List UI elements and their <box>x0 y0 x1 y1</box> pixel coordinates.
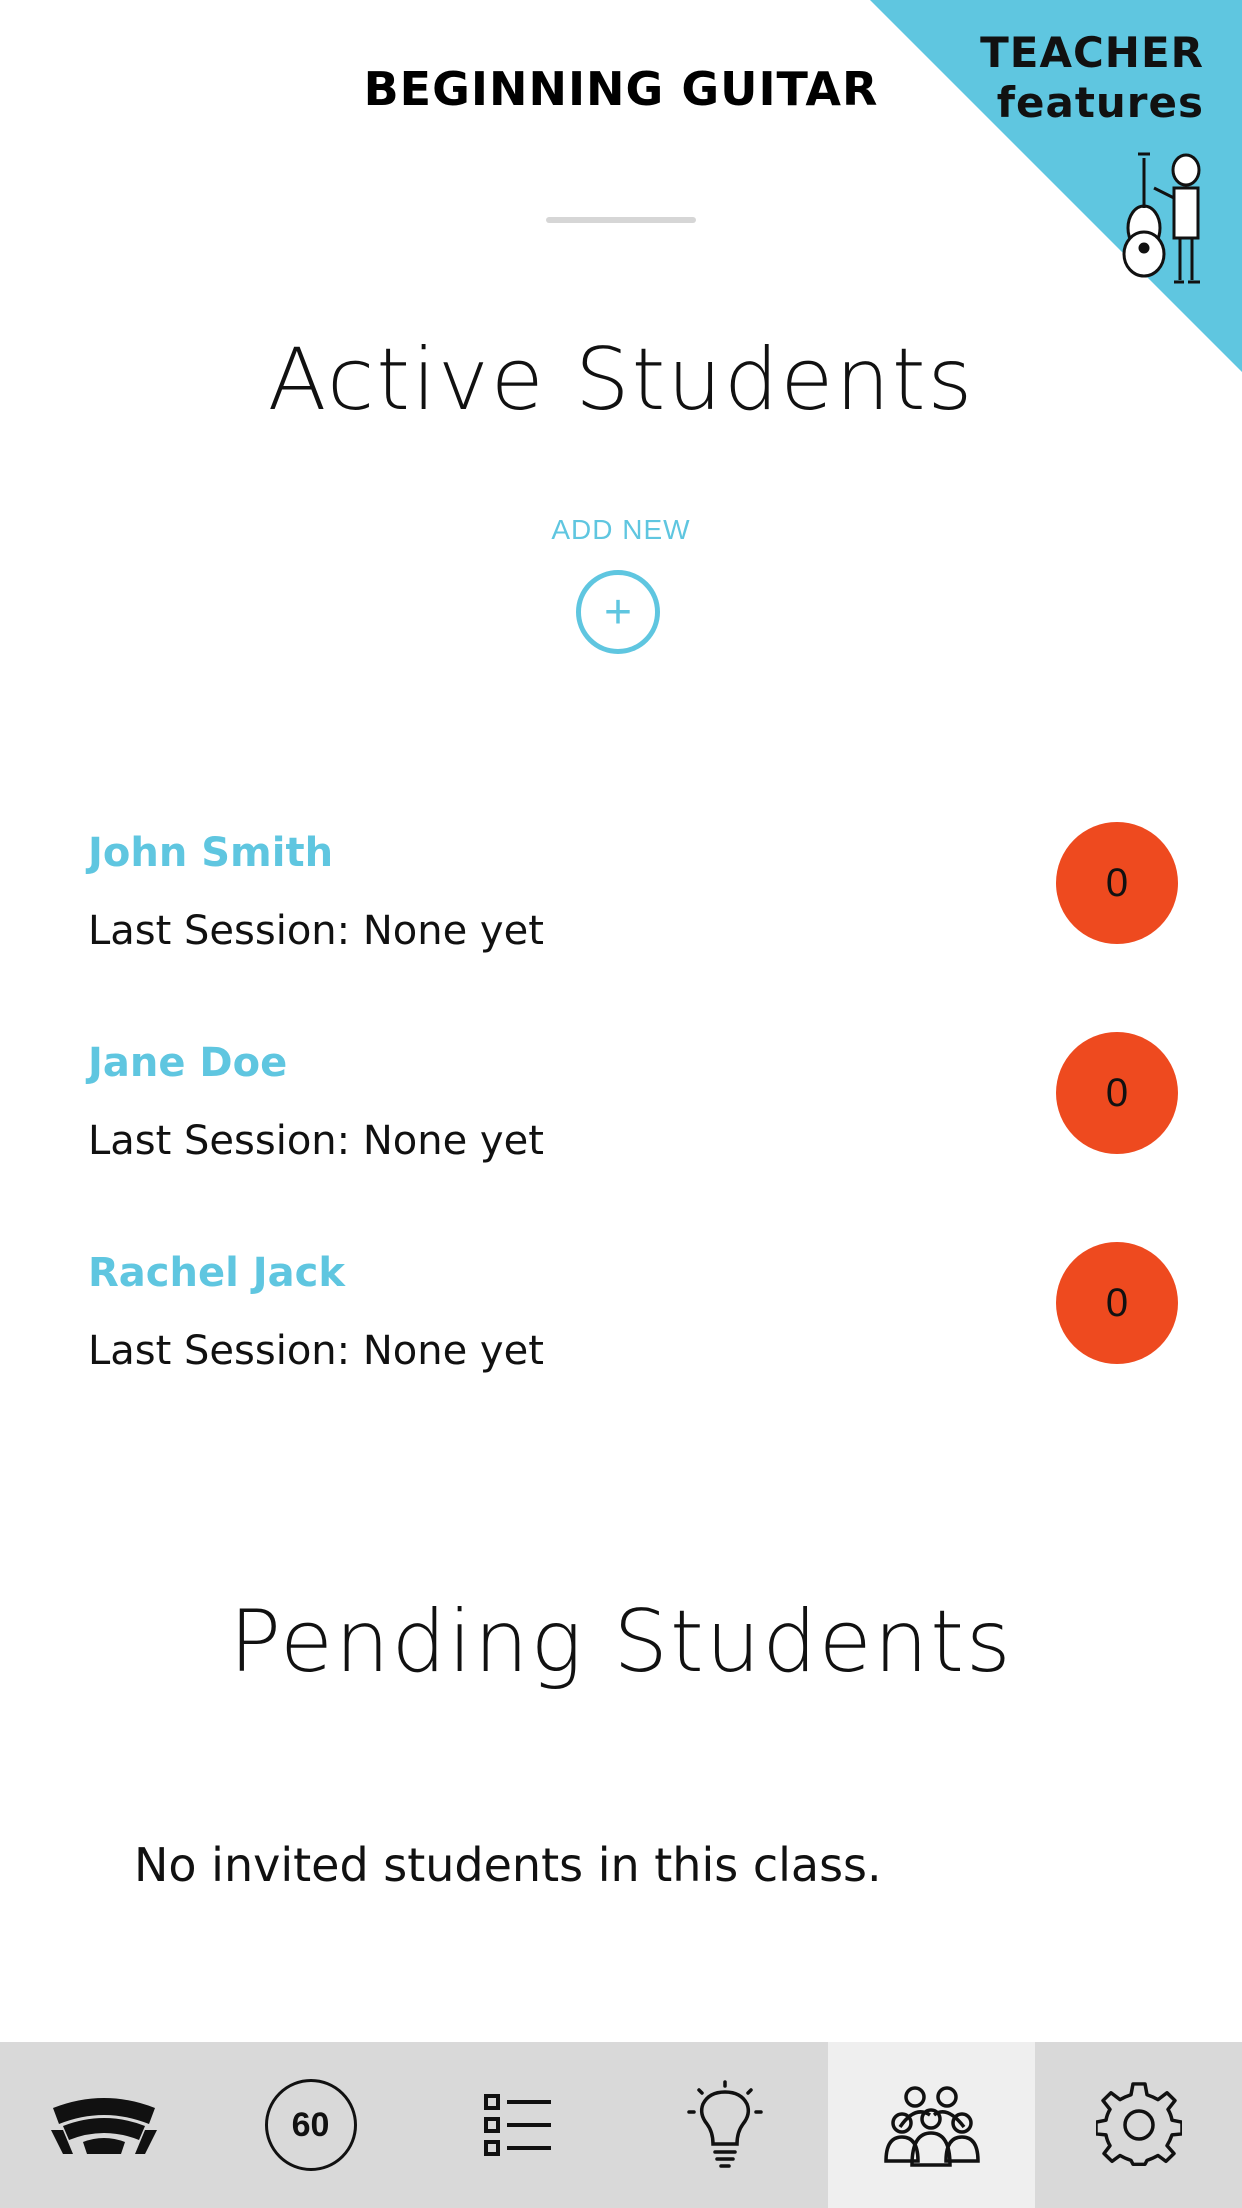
header-divider <box>546 217 696 223</box>
tab-timer[interactable]: 60 <box>207 2042 414 2208</box>
bottom-tab-bar: 60 <box>0 2042 1242 2208</box>
active-students-title: Active Students <box>267 330 975 430</box>
teacher-banner-label: TEACHER features <box>980 28 1204 128</box>
student-name[interactable]: John Smith <box>88 830 333 876</box>
timer-label: 60 <box>291 2105 330 2144</box>
tab-students[interactable] <box>828 2042 1035 2208</box>
student-count-badge: 0 <box>1056 1242 1178 1364</box>
student-name[interactable]: Rachel Jack <box>88 1250 345 1296</box>
teacher-banner-line1: TEACHER <box>980 28 1204 77</box>
tab-settings[interactable] <box>1035 2042 1242 2208</box>
student-count-badge: 0 <box>1056 1032 1178 1154</box>
students-group-icon <box>883 2086 980 2167</box>
lightbulb-icon <box>686 2080 763 2168</box>
plus-icon: + <box>603 585 633 639</box>
add-student-button[interactable]: + <box>576 570 660 654</box>
student-last-session: Last Session: None yet <box>88 1118 544 1164</box>
timer-icon: 60 <box>264 2079 357 2171</box>
pending-empty-message: No invited students in this class. <box>134 1838 882 1892</box>
student-count-badge: 0 <box>1056 822 1178 944</box>
student-row[interactable]: Jane Doe Last Session: None yet 0 <box>0 1032 1242 1190</box>
teacher-features-banner[interactable]: TEACHER features <box>870 0 1242 372</box>
student-row[interactable]: Rachel Jack Last Session: None yet 0 <box>0 1242 1242 1400</box>
pending-students-title: Pending Students <box>229 1592 1013 1692</box>
tab-list[interactable] <box>414 2042 621 2208</box>
tab-home[interactable] <box>0 2042 207 2208</box>
tab-ideas[interactable] <box>621 2042 828 2208</box>
app-logo-icon <box>50 2098 157 2154</box>
add-new-label[interactable]: ADD NEW <box>0 514 1242 546</box>
teacher-with-cello-icon <box>1122 152 1201 284</box>
gear-icon <box>1095 2082 1182 2166</box>
student-name[interactable]: Jane Doe <box>88 1040 287 1086</box>
list-icon <box>483 2094 551 2156</box>
student-last-session: Last Session: None yet <box>88 1328 544 1374</box>
teacher-banner-line2: features <box>996 78 1204 127</box>
student-row[interactable]: John Smith Last Session: None yet 0 <box>0 822 1242 980</box>
student-last-session: Last Session: None yet <box>88 908 544 954</box>
